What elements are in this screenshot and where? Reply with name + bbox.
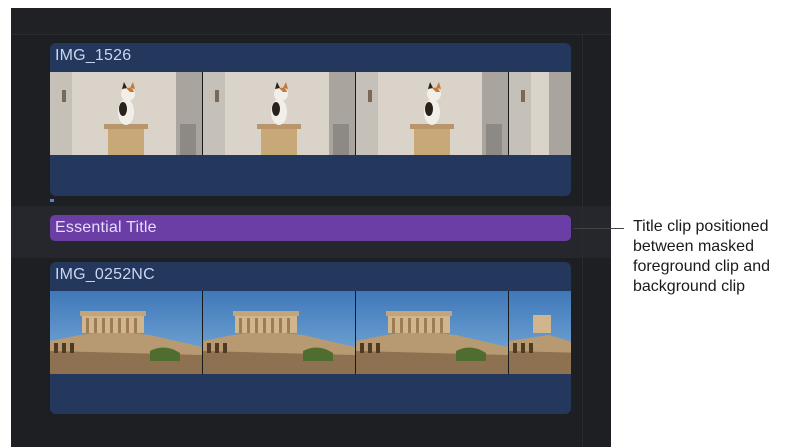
callout-leader-line: [574, 228, 624, 229]
cat-thumbnail: [203, 72, 356, 155]
foreground-video-clip[interactable]: IMG_1526: [50, 43, 571, 196]
cat-thumbnail: [509, 72, 571, 155]
clip-filmstrip: [50, 72, 571, 155]
clip-name-label: IMG_1526: [55, 47, 132, 64]
acropolis-thumbnail: [509, 291, 571, 374]
clip-marker[interactable]: [50, 199, 54, 202]
clip-name-label: IMG_0252NC: [55, 266, 155, 283]
timeline-ruler[interactable]: [11, 8, 611, 35]
timeline-scroll-track: [582, 34, 583, 447]
clip-filmstrip: [50, 291, 571, 374]
callout-text: Title clip positioned between masked for…: [633, 218, 770, 295]
acropolis-thumbnail: [203, 291, 356, 374]
background-video-clip[interactable]: IMG_0252NC: [50, 262, 571, 414]
acropolis-thumbnail: [50, 291, 203, 374]
acropolis-thumbnail: [356, 291, 509, 374]
cat-thumbnail: [50, 72, 203, 155]
title-clip-label: Essential Title: [55, 219, 157, 236]
title-clip[interactable]: Essential Title: [50, 215, 571, 241]
cat-thumbnail: [356, 72, 509, 155]
